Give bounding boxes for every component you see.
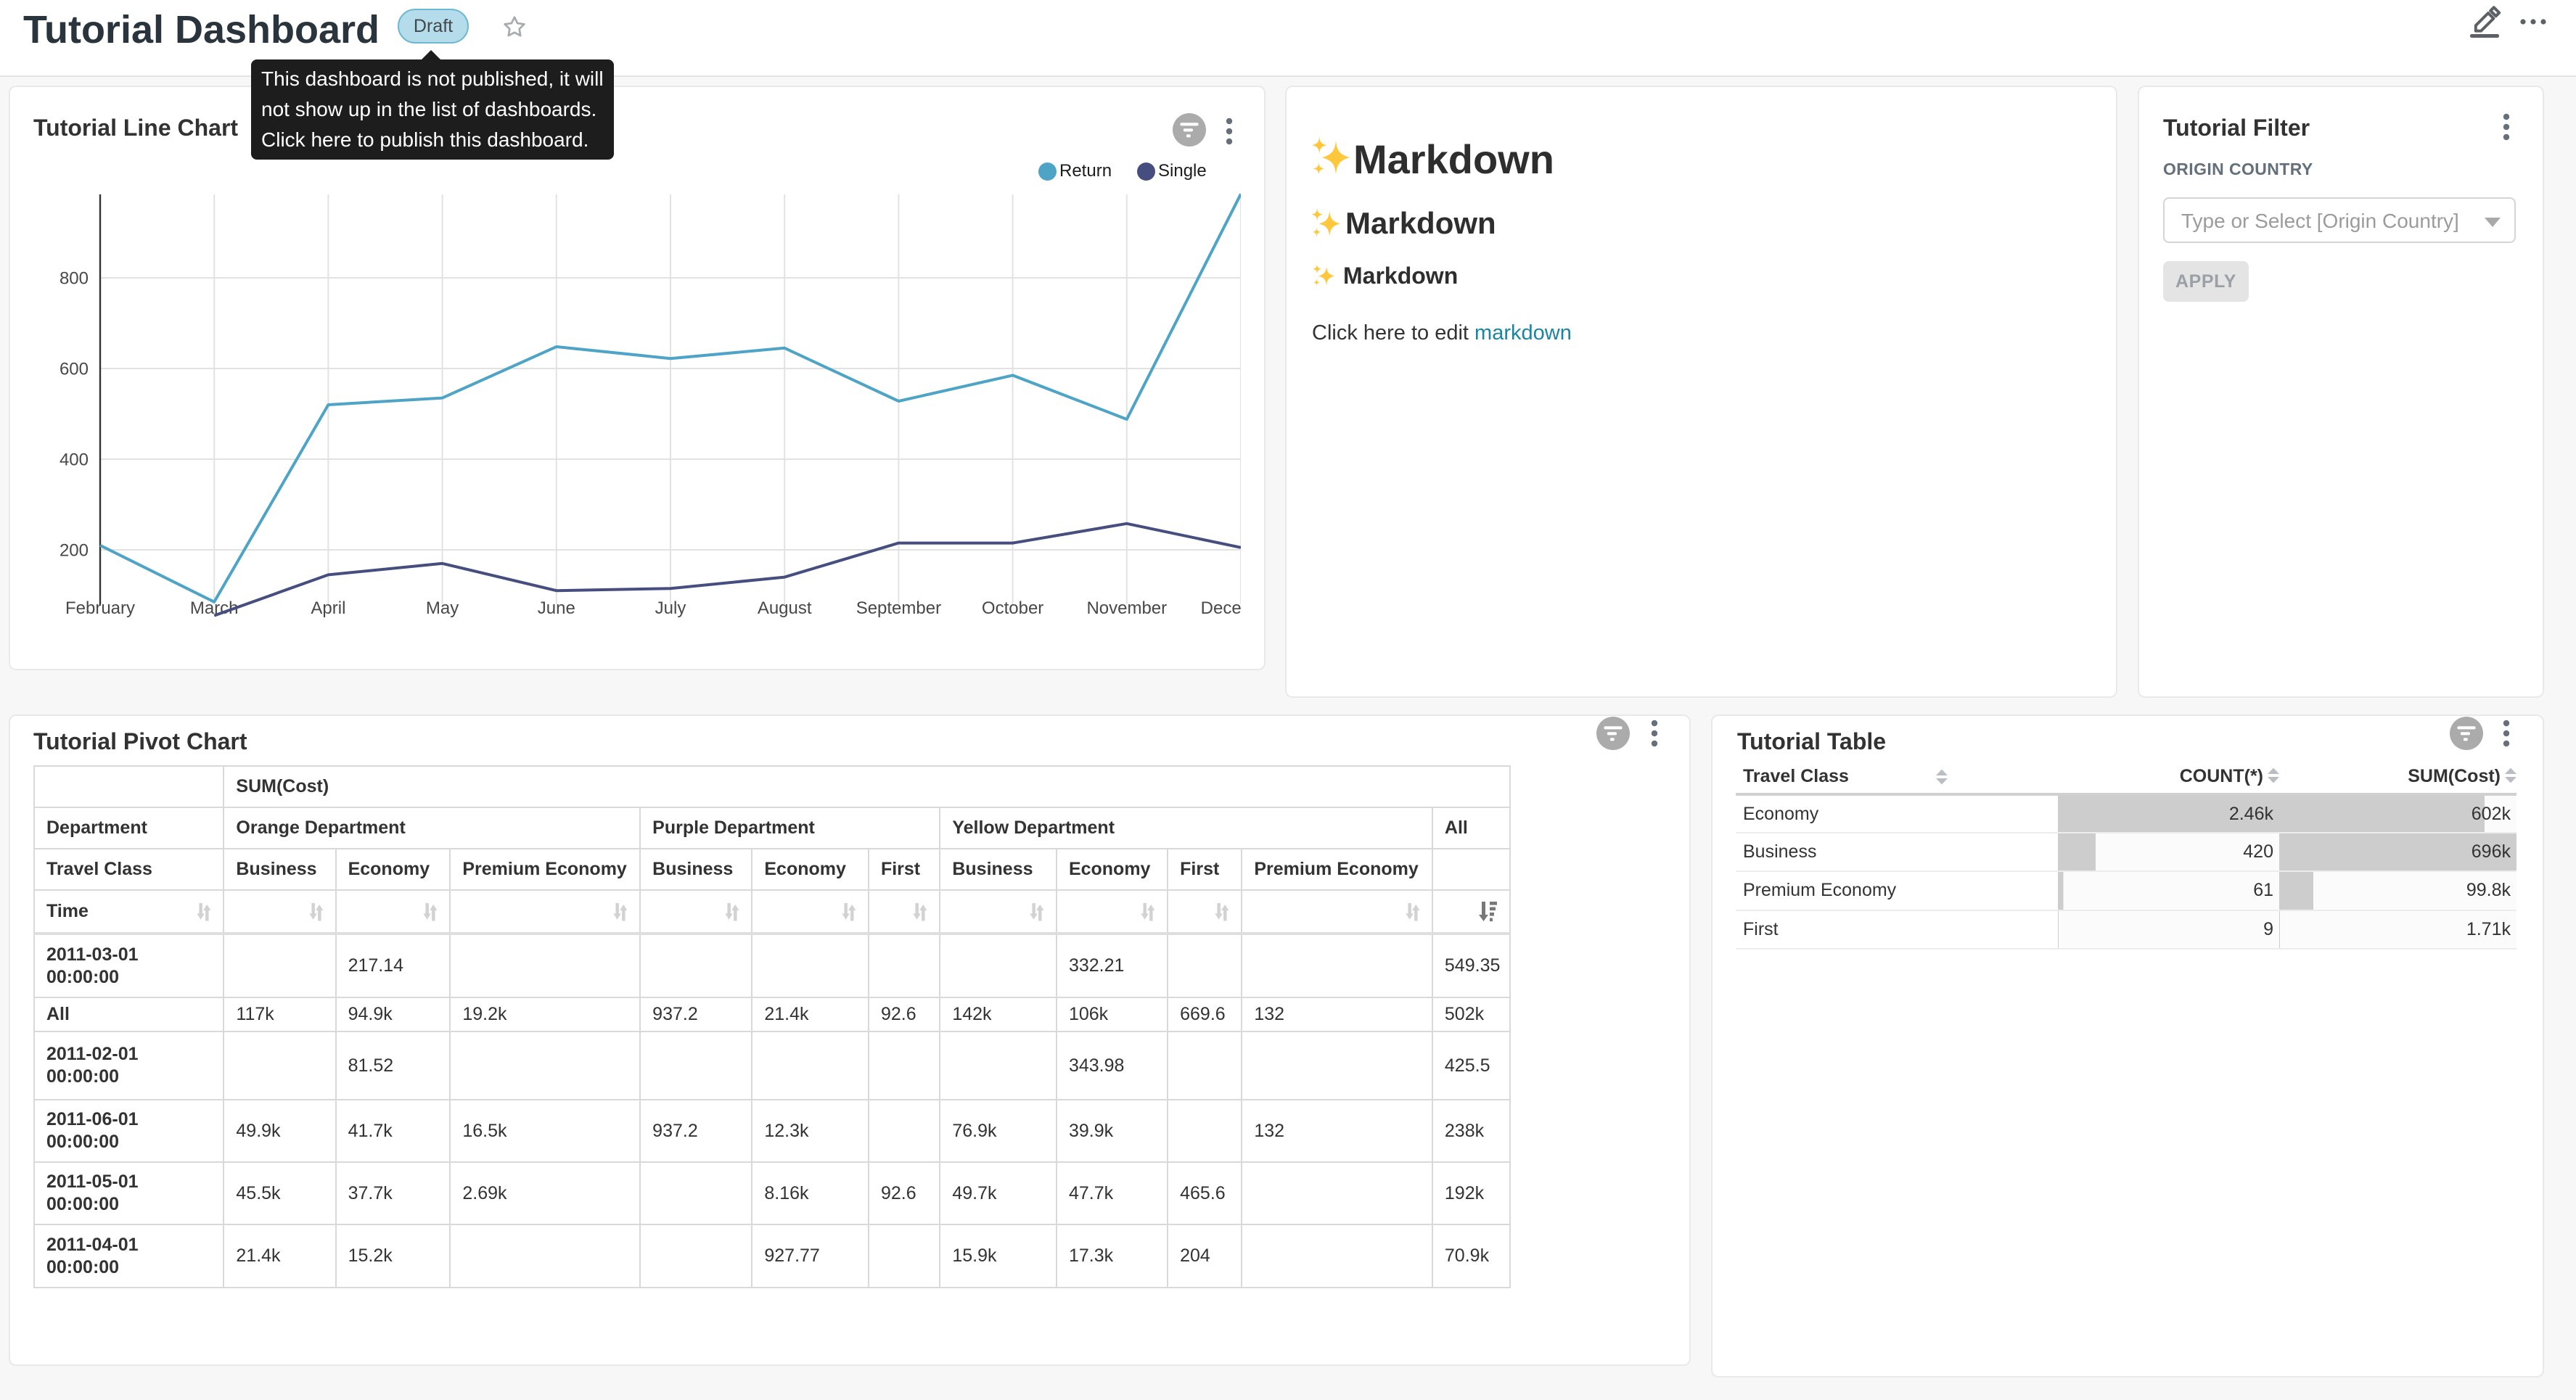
svg-text:December: December <box>1201 598 1241 618</box>
svg-text:November: November <box>1086 598 1167 618</box>
svg-text:600: 600 <box>60 359 89 379</box>
svg-text:February: February <box>65 598 135 618</box>
svg-text:July: July <box>655 598 686 618</box>
svg-text:May: May <box>426 598 459 618</box>
svg-text:September: September <box>856 598 941 618</box>
svg-text:August: August <box>758 598 812 618</box>
svg-text:200: 200 <box>60 540 89 560</box>
svg-text:April: April <box>311 598 345 618</box>
svg-text:June: June <box>538 598 575 618</box>
svg-text:800: 800 <box>60 268 89 288</box>
svg-text:400: 400 <box>60 450 89 469</box>
svg-text:October: October <box>982 598 1043 618</box>
